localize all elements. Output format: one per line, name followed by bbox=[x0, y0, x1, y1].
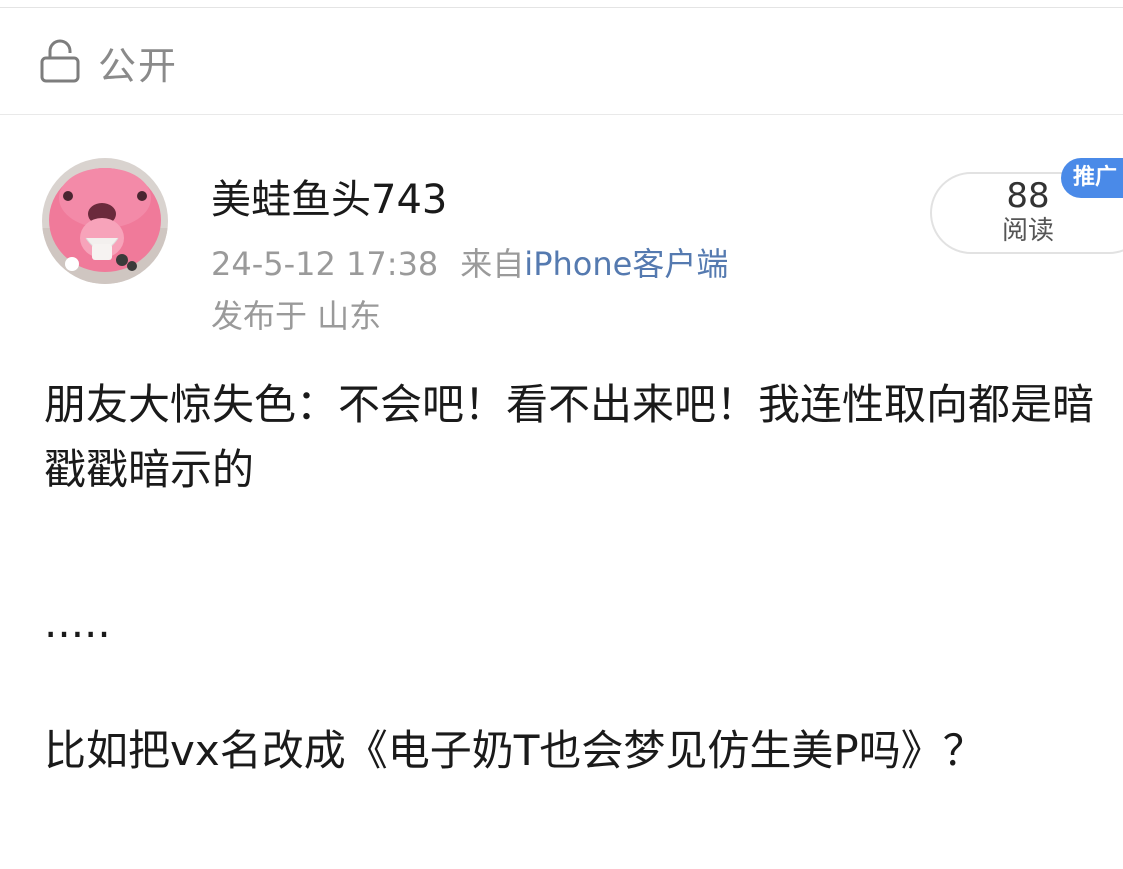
promote-badge[interactable]: 推广 bbox=[1061, 158, 1123, 198]
post-paragraph: 比如把vx名改成《电子奶T也会梦见仿生美P吗》？ bbox=[44, 726, 985, 775]
privacy-label: 公开 bbox=[98, 44, 179, 88]
avatar[interactable] bbox=[42, 158, 168, 284]
post-location: 发布于 山东 bbox=[211, 297, 382, 335]
post-paragraph: 朋友大惊失色：不会吧！看不出来吧！我连性取向都是暗戳戳暗示的 bbox=[44, 380, 1095, 494]
lock-open-icon bbox=[40, 39, 80, 83]
post-paragraph: ..... bbox=[44, 598, 111, 647]
client-link[interactable]: iPhone客户端 bbox=[524, 245, 728, 283]
author-name[interactable]: 美蛙鱼头743 bbox=[211, 172, 447, 228]
pink-character-avatar bbox=[42, 158, 168, 284]
post-meta: 24-5-12 17:38 来自iPhone客户端 bbox=[211, 240, 728, 288]
post-timestamp: 24-5-12 17:38 bbox=[211, 245, 439, 283]
source-prefix: 来自 bbox=[460, 245, 525, 283]
privacy-bar[interactable]: 公开 bbox=[0, 8, 1123, 115]
read-count: 88 bbox=[1006, 176, 1050, 216]
read-label: 阅读 bbox=[1001, 216, 1054, 246]
top-divider bbox=[0, 0, 1123, 8]
